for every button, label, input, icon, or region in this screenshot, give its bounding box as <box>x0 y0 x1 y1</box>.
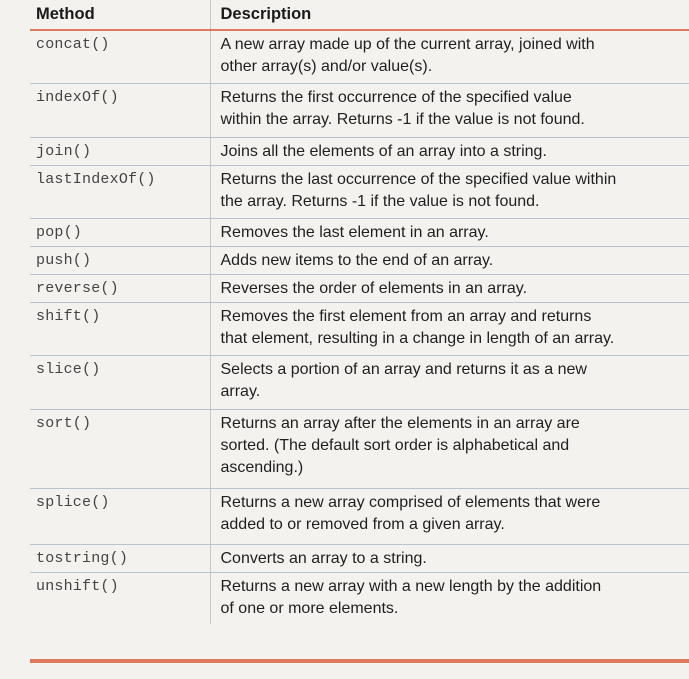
table-row: shift() Removes the first element from a… <box>30 302 689 356</box>
description-text: Returns the first occurrence of the spec… <box>220 88 585 128</box>
method-cell: slice() <box>30 355 210 410</box>
table-row: join() Joins all the elements of an arra… <box>30 137 689 166</box>
description-text: Returns an array after the elements in a… <box>220 414 580 476</box>
description-text: Adds new items to the end of an array. <box>220 251 494 269</box>
description-text: Returns the last occurrence of the speci… <box>220 170 617 210</box>
description-cell: Returns the last occurrence of the speci… <box>209 165 689 219</box>
table-row: concat() A new array made up of the curr… <box>30 30 689 84</box>
method-cell: tostring() <box>30 544 210 573</box>
table-header-row: Method Description <box>30 0 689 31</box>
description-cell: Returns a new array comprised of element… <box>209 488 689 545</box>
table-row: reverse() Reverses the order of elements… <box>30 274 689 303</box>
array-methods-table-container: Method Description concat() A new array … <box>30 0 689 624</box>
description-text: Reverses the order of elements in an arr… <box>220 279 528 297</box>
description-text: Returns a new array with a new length by… <box>220 577 602 617</box>
description-cell: Removes the first element from an array … <box>209 302 689 356</box>
description-column-header: Description <box>209 0 689 31</box>
table-row: unshift() Returns a new array with a new… <box>30 572 689 624</box>
description-cell: Returns the first occurrence of the spec… <box>209 83 689 138</box>
description-cell: Removes the last element in an array. <box>209 218 689 247</box>
method-cell: sort() <box>30 409 210 489</box>
description-text: Returns a new array comprised of element… <box>220 493 601 533</box>
description-cell: Joins all the elements of an array into … <box>209 137 689 166</box>
description-cell: A new array made up of the current array… <box>209 30 689 84</box>
method-cell: shift() <box>30 302 210 356</box>
description-cell: Reverses the order of elements in an arr… <box>209 274 689 303</box>
table-row: tostring() Converts an array to a string… <box>30 544 689 573</box>
method-cell: splice() <box>30 488 210 545</box>
table-row: indexOf() Returns the first occurrence o… <box>30 83 689 138</box>
description-text: Joins all the elements of an array into … <box>220 142 547 160</box>
method-cell: unshift() <box>36 577 119 595</box>
table-row: splice() Returns a new array comprised o… <box>30 488 689 545</box>
table-header: Method Description <box>30 0 689 31</box>
description-cell: Returns a new array with a new length by… <box>209 572 689 624</box>
description-text: Removes the last element in an array. <box>220 223 489 241</box>
table-row: pop() Removes the last element in an arr… <box>30 218 689 247</box>
table-row: lastIndexOf() Returns the last occurrenc… <box>30 165 689 219</box>
method-column-header: Method <box>30 0 210 31</box>
description-cell: Converts an array to a string. <box>209 544 689 573</box>
method-cell: pop() <box>30 218 210 247</box>
description-text: Removes the first element from an array … <box>220 307 615 347</box>
method-cell: concat() <box>30 30 210 84</box>
description-text: Selects a portion of an array and return… <box>220 360 587 400</box>
method-cell: reverse() <box>30 274 210 303</box>
method-cell: lastIndexOf() <box>30 165 210 219</box>
table-body: concat() A new array made up of the curr… <box>30 30 689 624</box>
method-cell: indexOf() <box>30 83 210 138</box>
description-cell: Selects a portion of an array and return… <box>209 355 689 410</box>
table-row: sort() Returns an array after the elemen… <box>30 409 689 489</box>
table-row: push() Adds new items to the end of an a… <box>30 246 689 275</box>
description-text: A new array made up of the current array… <box>220 36 595 75</box>
description-text: Converts an array to a string. <box>220 549 427 567</box>
table-bottom-rule <box>30 659 689 663</box>
method-cell: push() <box>30 246 210 275</box>
description-cell: Adds new items to the end of an array. <box>209 246 689 275</box>
description-cell: Returns an array after the elements in a… <box>209 409 689 489</box>
table-row: slice() Selects a portion of an array an… <box>30 355 689 410</box>
array-methods-table: Method Description concat() A new array … <box>30 0 689 624</box>
method-cell: join() <box>30 137 210 166</box>
